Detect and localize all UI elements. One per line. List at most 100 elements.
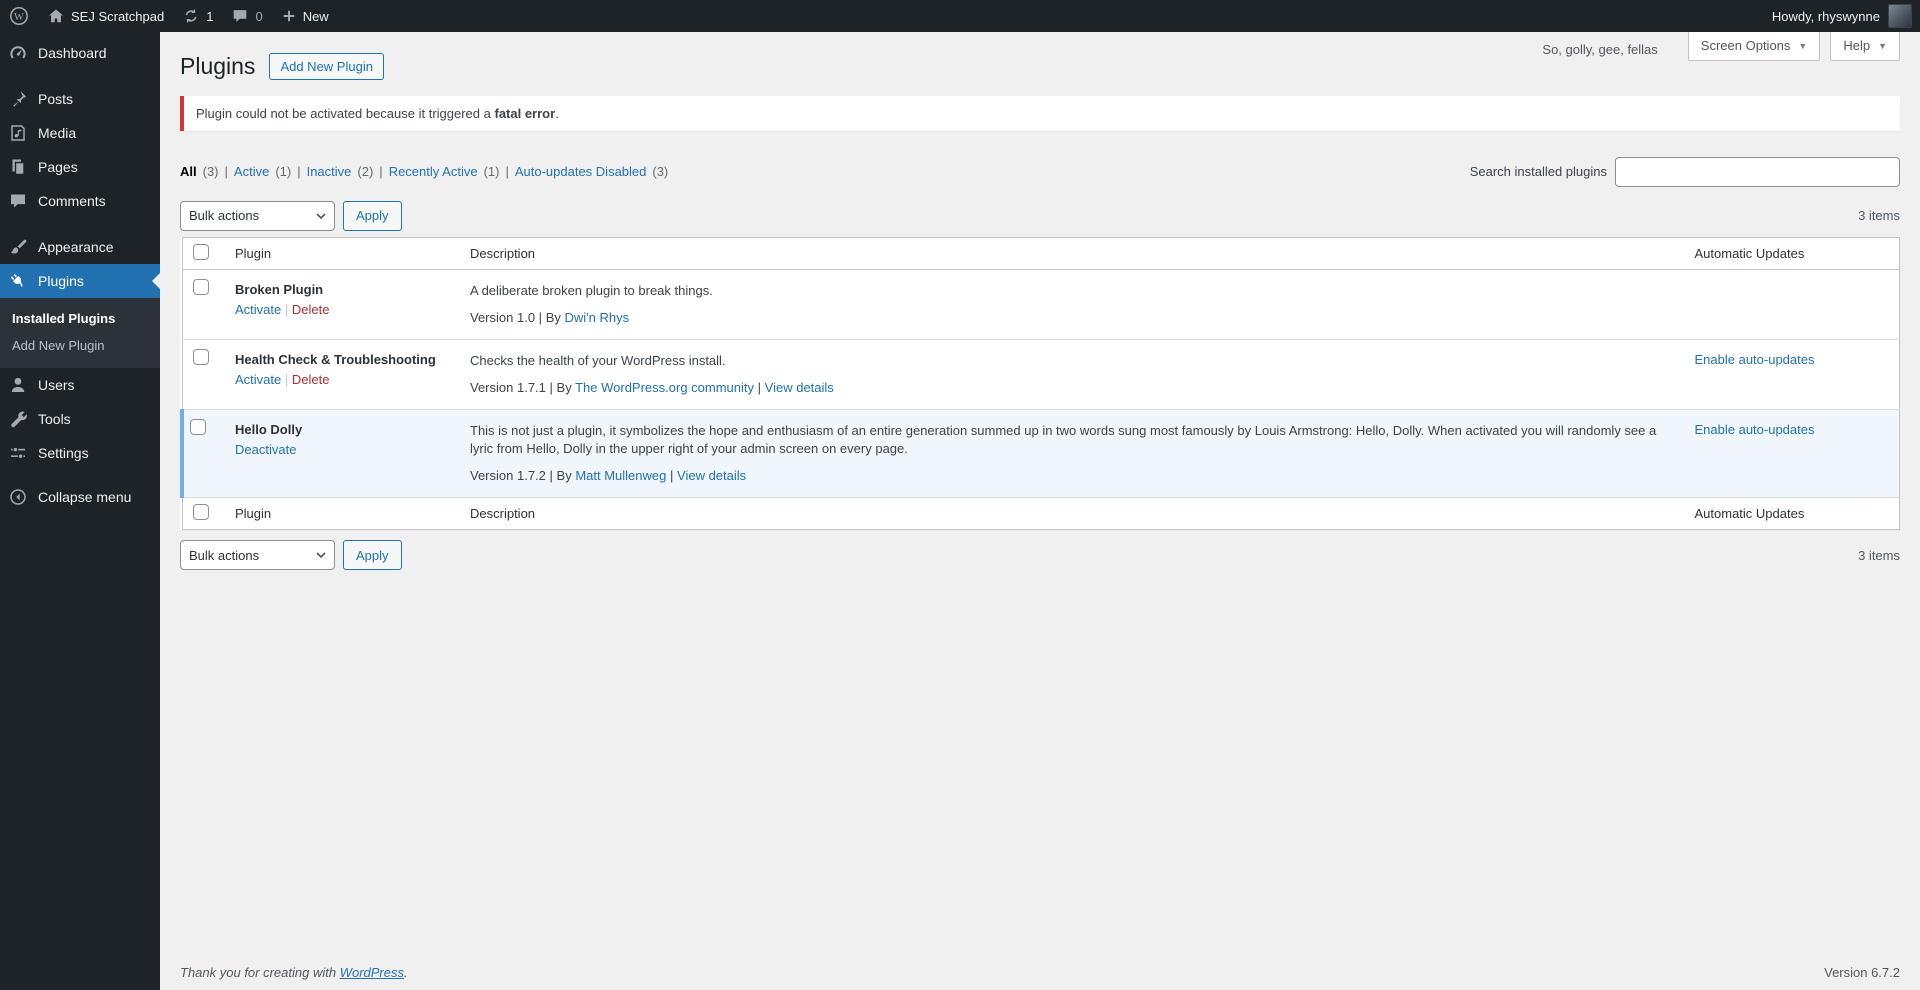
column-footer-description[interactable]: Description — [460, 498, 1685, 530]
wordpress-link[interactable]: WordPress — [340, 965, 404, 980]
updates-link[interactable]: 1 — [173, 0, 222, 32]
submenu-item-add-new-plugin[interactable]: Add New Plugin — [0, 332, 160, 359]
table-row-hello-dolly: Hello Dolly Deactivate This is not just … — [182, 409, 1900, 498]
tablenav-bottom: Bulk actions Apply 3 items — [180, 540, 1900, 570]
enable-auto-updates-link[interactable]: Enable auto-updates — [1695, 422, 1815, 437]
column-footer-plugin[interactable]: Plugin — [225, 498, 460, 530]
filter-all-count: (3) — [203, 164, 219, 179]
plugin-author-link[interactable]: Dwi'n Rhys — [564, 310, 629, 325]
column-header-description[interactable]: Description — [460, 237, 1685, 269]
main-content: So, golly, gee, fellas Screen Options ▼ … — [160, 32, 1920, 990]
screen-options-button[interactable]: Screen Options ▼ — [1688, 32, 1821, 61]
view-details-link[interactable]: View details — [765, 380, 834, 395]
column-footer-auto-updates: Automatic Updates — [1685, 498, 1900, 530]
plugins-submenu: Installed Plugins Add New Plugin — [0, 298, 160, 368]
footer-thanks-text: Thank you for creating with — [180, 965, 340, 980]
view-details-link[interactable]: View details — [677, 468, 746, 483]
howdy-account-link[interactable]: Howdy, rhyswynne — [1772, 9, 1888, 24]
add-new-plugin-button[interactable]: Add New Plugin — [269, 53, 384, 80]
plugin-author-link[interactable]: Matt Mullenweg — [575, 468, 666, 483]
activate-link[interactable]: Activate — [235, 372, 281, 387]
filter-recently-active-count: (1) — [484, 164, 500, 179]
screen-meta-links: So, golly, gee, fellas Screen Options ▼ … — [1542, 32, 1900, 61]
help-button[interactable]: Help ▼ — [1830, 32, 1900, 61]
paintbrush-icon — [8, 237, 28, 257]
sidebar-item-users[interactable]: Users — [0, 368, 160, 402]
sidebar-item-tools[interactable]: Tools — [0, 402, 160, 436]
deactivate-link[interactable]: Deactivate — [235, 442, 296, 457]
plugin-author-link[interactable]: The WordPress.org community — [575, 380, 754, 395]
filter-all[interactable]: All — [180, 164, 197, 179]
enable-auto-updates-link[interactable]: Enable auto-updates — [1695, 352, 1815, 367]
sidebar-item-settings[interactable]: Settings — [0, 436, 160, 470]
wordpress-logo-icon: W — [9, 6, 29, 26]
sidebar-item-media[interactable]: Media — [0, 116, 160, 150]
wordpress-logo-menu[interactable]: W — [0, 0, 38, 32]
filter-auto-updates-disabled[interactable]: Auto-updates Disabled — [515, 164, 647, 179]
filter-row: All (3) | Active (1) | Inactive (2) | Re… — [180, 157, 1900, 187]
bulk-actions-select[interactable]: Bulk actions — [180, 201, 335, 231]
sidebar-item-dashboard[interactable]: Dashboard — [0, 36, 160, 70]
row-checkbox[interactable] — [193, 279, 209, 295]
filter-recently-active[interactable]: Recently Active — [389, 164, 478, 179]
row-checkbox[interactable] — [190, 419, 206, 435]
dashboard-gauge-icon — [8, 43, 28, 63]
plugin-version: Version 1.7.1 — [470, 380, 546, 395]
delete-link[interactable]: Delete — [292, 302, 330, 317]
apply-button[interactable]: Apply — [343, 540, 402, 570]
footer-thanks-period: . — [404, 965, 408, 980]
admin-footer: Thank you for creating with WordPress. V… — [180, 965, 1900, 980]
avatar[interactable] — [1888, 4, 1912, 28]
plugin-meta: Version 1.0 | By Dwi'n Rhys — [470, 310, 1675, 325]
items-count: 3 items — [1858, 208, 1900, 223]
column-header-plugin[interactable]: Plugin — [225, 237, 460, 269]
svg-text:W: W — [14, 12, 24, 23]
plugin-description: Checks the health of your WordPress inst… — [470, 352, 1675, 371]
site-name: SEJ Scratchpad — [71, 9, 164, 24]
admin-bar: W SEJ Scratchpad 1 0 New — [0, 0, 1920, 32]
sidebar-item-pages[interactable]: Pages — [0, 150, 160, 184]
filter-inactive[interactable]: Inactive — [307, 164, 352, 179]
separator: | — [285, 302, 288, 317]
settings-sliders-icon — [8, 443, 28, 463]
site-name-link[interactable]: SEJ Scratchpad — [38, 0, 173, 32]
activate-link[interactable]: Activate — [235, 302, 281, 317]
pages-icon — [8, 157, 28, 177]
comment-bubble-icon — [8, 191, 28, 211]
search-input[interactable] — [1615, 157, 1900, 187]
comments-link[interactable]: 0 — [222, 0, 271, 32]
collapse-arrow-icon — [8, 487, 28, 507]
collapse-menu-button[interactable]: Collapse menu — [0, 480, 160, 514]
bulk-actions-select[interactable]: Bulk actions — [180, 540, 335, 570]
select-all-checkbox[interactable] — [193, 504, 209, 520]
admin-side-menu: Dashboard Posts Media Pages Comments App… — [0, 32, 160, 990]
sidebar-item-plugins[interactable]: Plugins — [0, 264, 160, 298]
sidebar-label: Users — [38, 377, 75, 393]
admin-bar-right: Howdy, rhyswynne — [1772, 0, 1920, 32]
update-count: 1 — [206, 9, 213, 24]
home-icon — [47, 7, 65, 25]
select-all-checkbox[interactable] — [193, 244, 209, 260]
apply-button[interactable]: Apply — [343, 201, 402, 231]
separator: | — [539, 310, 542, 325]
plugin-name: Health Check & Troubleshooting — [235, 352, 450, 367]
by-label: By — [546, 310, 561, 325]
chevron-down-icon: ▼ — [1878, 41, 1887, 51]
plugin-search-box: Search installed plugins — [1470, 157, 1900, 187]
new-content-link[interactable]: New — [272, 0, 338, 32]
hello-dolly-lyric: So, golly, gee, fellas — [1542, 32, 1677, 57]
menu-separator — [0, 70, 160, 82]
separator: | — [550, 468, 553, 483]
notice-text: Plugin could not be activated because it… — [196, 106, 494, 121]
row-checkbox[interactable] — [193, 349, 209, 365]
sidebar-item-appearance[interactable]: Appearance — [0, 230, 160, 264]
sidebar-item-posts[interactable]: Posts — [0, 82, 160, 116]
separator: | — [670, 468, 673, 483]
plugin-name: Hello Dolly — [235, 422, 450, 437]
delete-link[interactable]: Delete — [292, 372, 330, 387]
new-label: New — [303, 9, 329, 24]
tablenav-top: Bulk actions Apply 3 items — [180, 201, 1900, 231]
sidebar-item-comments[interactable]: Comments — [0, 184, 160, 218]
submenu-item-installed-plugins[interactable]: Installed Plugins — [0, 305, 160, 332]
filter-active[interactable]: Active — [234, 164, 269, 179]
